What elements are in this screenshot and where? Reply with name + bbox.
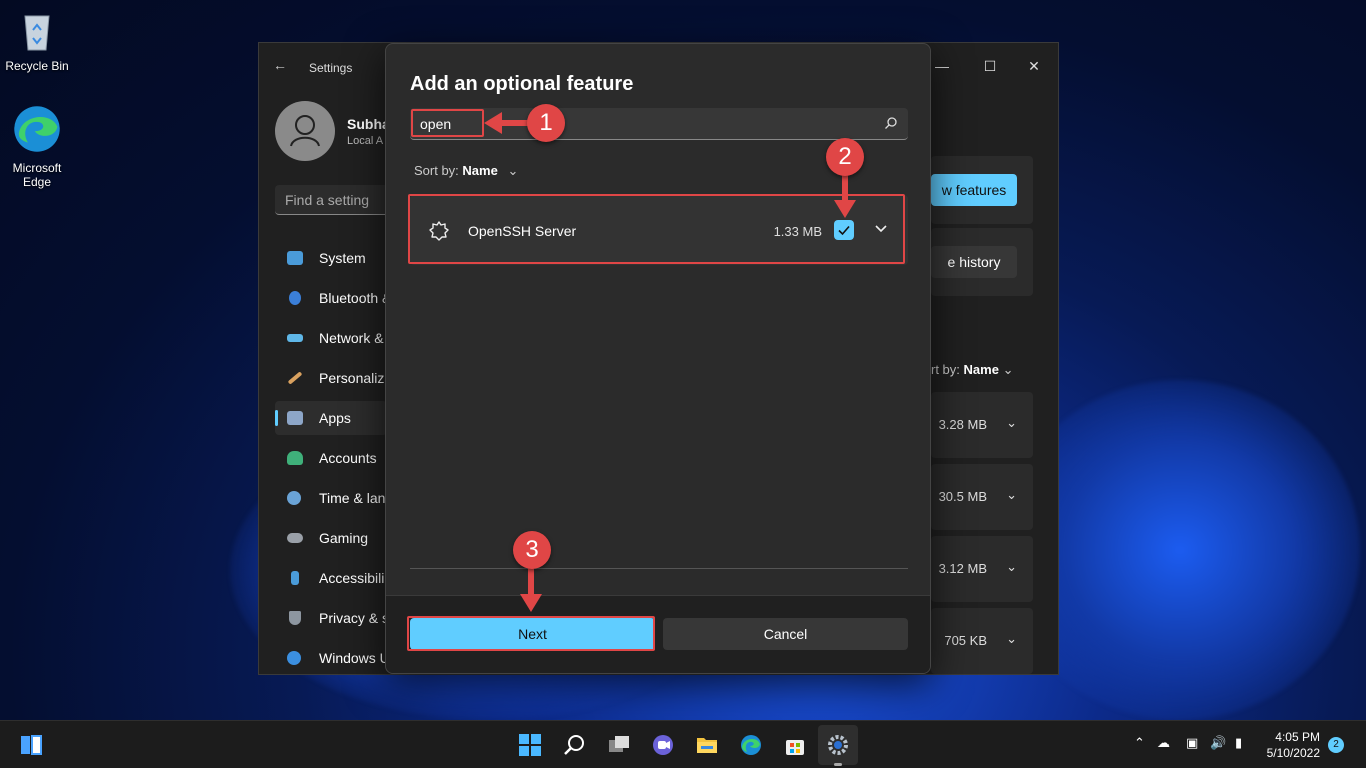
bluetooth-icon — [289, 291, 301, 305]
widgets-icon[interactable] — [16, 730, 46, 760]
search-value: open — [420, 116, 452, 132]
sidebar-item-gaming[interactable]: Gaming — [275, 521, 387, 555]
monitor-icon — [287, 251, 303, 265]
sort-value: Name — [963, 362, 999, 377]
microsoft-store-icon[interactable] — [780, 730, 810, 760]
chevron-up-icon[interactable]: ⌃ — [1134, 735, 1145, 751]
chevron-down-icon: ⌄ — [1006, 631, 1017, 646]
clock-date: 5/10/2022 — [1266, 746, 1320, 760]
cloud-offline-icon[interactable]: ☁ — [1157, 735, 1170, 751]
chevron-down-icon: ⌄ — [1006, 415, 1017, 430]
find-setting-input[interactable]: Find a setting — [275, 185, 395, 215]
maximize-button[interactable]: ☐ — [967, 51, 1013, 81]
notification-badge[interactable]: 2 — [1328, 737, 1344, 753]
back-arrow-icon[interactable]: ← — [273, 57, 287, 73]
user-account-type: Local A — [347, 135, 384, 147]
sidebar-item-network[interactable]: Network & — [275, 321, 387, 355]
annotation-step-badge: 2 — [826, 138, 864, 176]
user-name: Subha — [347, 116, 390, 132]
checkmark-icon — [838, 225, 850, 236]
clock-icon — [287, 491, 301, 505]
sort-by-dropdown[interactable]: Sort by: Name ⌄ — [414, 163, 518, 179]
feature-checkbox[interactable] — [834, 220, 854, 240]
settings-title: Settings — [309, 61, 353, 75]
sort-value: Name — [462, 163, 498, 178]
cancel-button[interactable]: Cancel — [663, 618, 908, 650]
sidebar-item-personalization[interactable]: Personaliza — [275, 361, 387, 395]
list-item[interactable]: 705 KB ⌄ — [931, 608, 1033, 674]
accessibility-icon — [291, 571, 299, 585]
edge-icon — [14, 106, 60, 152]
annotation-step-badge: 3 — [513, 531, 551, 569]
chevron-down-icon: ⌄ — [1006, 559, 1017, 574]
chevron-down-icon: ⌄ — [507, 163, 519, 178]
list-item[interactable]: 3.28 MB ⌄ — [931, 392, 1033, 458]
feature-name: OpenSSH Server — [468, 223, 577, 239]
divider — [410, 568, 908, 569]
view-features-button[interactable]: w features — [931, 174, 1017, 206]
person-icon — [290, 115, 320, 147]
gamepad-icon — [287, 533, 303, 543]
list-item[interactable]: 3.12 MB ⌄ — [931, 536, 1033, 602]
desktop-icon-recycle-bin[interactable]: Recycle Bin — [0, 8, 74, 73]
teams-chat-icon[interactable] — [648, 730, 678, 760]
next-button[interactable]: Next — [410, 618, 655, 650]
clock-time: 4:05 PM — [1275, 730, 1320, 744]
desktop-icon-edge[interactable]: Microsoft Edge — [0, 104, 74, 189]
annotation-arrow-3 — [520, 566, 542, 612]
sidebar-item-system[interactable]: System — [275, 241, 387, 275]
search-icon[interactable] — [559, 730, 589, 760]
settings-gear-icon[interactable] — [823, 730, 853, 766]
close-button[interactable]: ✕ — [1011, 51, 1057, 81]
desktop-icon-label: Microsoft Edge — [12, 161, 62, 189]
search-icon — [885, 117, 897, 129]
chevron-down-icon[interactable] — [872, 219, 890, 237]
task-view-icon[interactable] — [604, 730, 634, 760]
feature-size: 1.33 MB — [773, 224, 822, 239]
start-icon[interactable] — [515, 730, 545, 760]
system-clock[interactable]: 4:05 PM 5/10/2022 — [1267, 729, 1320, 761]
wifi-icon — [287, 334, 303, 342]
recycle-bin-icon — [24, 15, 50, 51]
see-history-button[interactable]: e history — [931, 246, 1017, 278]
network-icon[interactable]: ▣ — [1186, 735, 1198, 751]
sidebar-item-windows-update[interactable]: Windows U — [275, 641, 387, 675]
installed-sort-by[interactable]: rt by: Name ⌄ — [931, 362, 1013, 378]
edge-icon[interactable] — [736, 730, 766, 760]
sidebar-item-accounts[interactable]: Accounts — [275, 441, 387, 475]
sidebar-item-bluetooth[interactable]: Bluetooth & — [275, 281, 387, 315]
avatar[interactable] — [275, 101, 335, 161]
desktop-icon-label: Recycle Bin — [5, 59, 69, 73]
volume-icon[interactable]: 🔊 — [1210, 735, 1226, 751]
sidebar-item-apps[interactable]: Apps — [275, 401, 387, 435]
brush-icon — [287, 371, 303, 385]
apps-icon — [287, 411, 303, 425]
annotation-step-badge: 1 — [527, 104, 565, 142]
person-icon — [287, 451, 303, 465]
update-icon — [287, 651, 301, 665]
shield-icon — [289, 611, 301, 625]
sidebar-item-time-language[interactable]: Time & lan — [275, 481, 387, 515]
puzzle-gear-icon — [429, 221, 449, 241]
sidebar-item-accessibility[interactable]: Accessibili — [275, 561, 387, 595]
dialog-title: Add an optional feature — [410, 73, 634, 95]
dialog-footer: Next Cancel — [386, 595, 930, 673]
annotation-arrow-2 — [834, 174, 856, 218]
chevron-down-icon: ⌄ — [1006, 487, 1017, 502]
list-item[interactable]: 30.5 MB ⌄ — [931, 464, 1033, 530]
battery-icon[interactable]: ▮ — [1235, 735, 1242, 751]
sidebar-item-privacy[interactable]: Privacy & s — [275, 601, 387, 635]
taskbar: ⌃ ☁ ▣ 🔊 ▮ 4:05 PM 5/10/2022 2 — [0, 720, 1366, 768]
file-explorer-icon[interactable] — [692, 730, 722, 760]
chevron-down-icon: ⌄ — [1002, 362, 1014, 377]
